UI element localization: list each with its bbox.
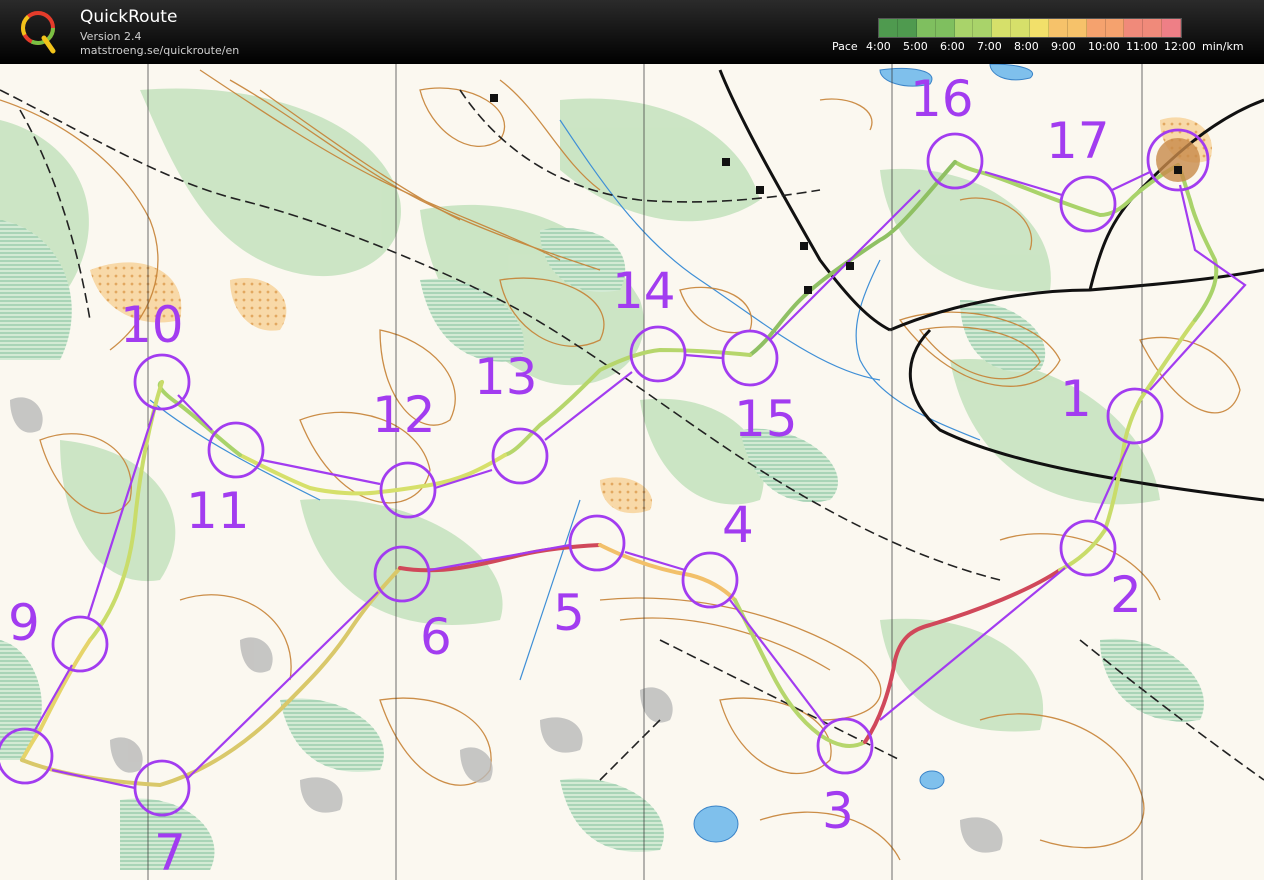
pace-scale-segment — [879, 19, 898, 37]
pace-scale-segment — [1067, 19, 1087, 37]
pace-scale-segment — [1105, 19, 1125, 37]
pace-scale-segment — [1162, 19, 1181, 37]
pace-tick: 6:00 — [940, 40, 965, 53]
control-number: 4 — [722, 496, 754, 554]
control-number: 1 — [1060, 370, 1092, 428]
pace-unit: min/km — [1202, 40, 1244, 53]
control-number: 10 — [120, 296, 184, 354]
app-version: Version 2.4 — [80, 30, 142, 43]
control-number: 12 — [372, 386, 436, 444]
pace-tick: 5:00 — [903, 40, 928, 53]
control-number: 14 — [612, 262, 676, 320]
orienteering-map[interactable]: 1 2 3 4 5 6 7 9 10 11 12 13 14 15 16 17 — [0, 64, 1264, 880]
control-number: 9 — [8, 594, 40, 652]
pace-scale-segment — [954, 19, 974, 37]
pace-tick: 4:00 — [866, 40, 891, 53]
pace-scale-segment — [992, 19, 1012, 37]
pace-tick: 10:00 — [1088, 40, 1120, 53]
control-number: 15 — [734, 390, 798, 448]
pace-tick: 9:00 — [1051, 40, 1076, 53]
control-number: 16 — [910, 70, 974, 128]
pace-color-scale — [878, 18, 1182, 38]
app-url[interactable]: matstroeng.se/quickroute/en — [80, 44, 239, 57]
pace-scale-segment — [897, 19, 917, 37]
quickroute-logo-icon — [21, 11, 56, 54]
pace-scale-segment — [1124, 19, 1144, 37]
control-number: 6 — [420, 608, 452, 666]
pace-scale-segment — [1048, 19, 1068, 37]
control-number: 11 — [186, 482, 250, 540]
control-number: 17 — [1046, 112, 1110, 170]
pace-scale-segment — [1011, 19, 1030, 37]
control-number: 5 — [553, 584, 585, 642]
control-number: 2 — [1110, 566, 1142, 624]
control-number: 3 — [822, 782, 854, 840]
app-title: QuickRoute — [80, 7, 178, 27]
pace-tick: 7:00 — [977, 40, 1002, 53]
pace-tick: 12:00 — [1164, 40, 1196, 53]
pace-tick: 11:00 — [1126, 40, 1158, 53]
pace-scale-segment — [1086, 19, 1106, 37]
pace-scale-segment — [973, 19, 993, 37]
pace-scale-segment — [1143, 19, 1163, 37]
pace-scale-segment — [916, 19, 936, 37]
pace-scale-segment — [1030, 19, 1049, 37]
pace-tick: 8:00 — [1014, 40, 1039, 53]
finish-marker — [1156, 138, 1200, 182]
control-number: 13 — [474, 348, 538, 406]
app-header: QuickRoute Version 2.4 matstroeng.se/qui… — [0, 0, 1264, 64]
control-number: 7 — [154, 824, 186, 880]
pace-label: Pace — [832, 40, 858, 53]
pace-scale-segment — [935, 19, 955, 37]
